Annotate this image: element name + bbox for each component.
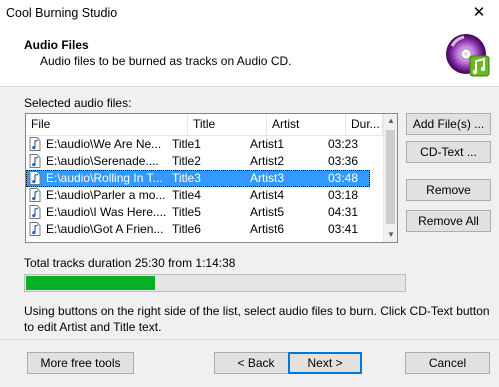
- row-file-cell: E:\audio\Got A Frien...: [46, 222, 164, 236]
- row-duration-cell: 03:36: [328, 154, 359, 168]
- duration-progress-bar: [24, 274, 406, 292]
- window-title: Cool Burning Studio: [6, 6, 118, 20]
- add-files-button[interactable]: Add File(s) ...: [406, 113, 491, 135]
- row-duration-cell: 03:41: [328, 222, 359, 236]
- column-header-file[interactable]: File: [26, 114, 188, 135]
- page-subtitle: Audio files to be burned as tracks on Au…: [40, 54, 292, 68]
- scroll-thumb[interactable]: [386, 130, 395, 224]
- row-artist-cell: Artist4: [250, 188, 285, 202]
- column-header-artist[interactable]: Artist: [267, 114, 346, 135]
- selected-files-label: Selected audio files:: [24, 96, 132, 110]
- footer-divider: [0, 339, 499, 340]
- audio-file-icon: [29, 137, 41, 151]
- column-header-title[interactable]: Title: [188, 114, 267, 135]
- row-title-cell: Title6: [172, 222, 201, 236]
- close-icon[interactable]: ✕: [466, 3, 492, 23]
- table-row[interactable]: E:\audio\Rolling In T... Title3 Artist3 03:…: [26, 170, 370, 187]
- remove-all-button[interactable]: Remove All: [406, 210, 491, 232]
- row-artist-cell: Artist6: [250, 222, 285, 236]
- audio-files-list[interactable]: File Title Artist Dur... E:\audio\We Are…: [25, 113, 398, 243]
- progress-fill: [26, 276, 155, 290]
- page-title: Audio Files: [24, 38, 89, 52]
- audio-file-icon: [29, 171, 41, 185]
- row-title-cell: Title5: [172, 205, 201, 219]
- instructions-text: Using buttons on the right side of the l…: [24, 304, 490, 334]
- total-duration-label: Total tracks duration 25:30 from 1:14:38: [24, 256, 236, 270]
- row-file-cell: E:\audio\Rolling In T...: [46, 171, 163, 185]
- row-file-cell: E:\audio\I Was Here....: [46, 205, 167, 219]
- table-row[interactable]: E:\audio\Parler a mo... Title4 Artist4 03:1…: [26, 187, 370, 204]
- table-row[interactable]: E:\audio\We Are Ne... Title1 Artist1 03:23: [26, 136, 370, 153]
- list-header: File Title Artist Dur...: [26, 114, 383, 136]
- row-title-cell: Title3: [172, 171, 201, 185]
- row-duration-cell: 03:23: [328, 137, 359, 151]
- cd-text-button[interactable]: CD-Text ...: [406, 141, 491, 163]
- row-duration-cell: 04:31: [328, 205, 359, 219]
- row-title-cell: Title2: [172, 154, 201, 168]
- cd-music-icon: [446, 34, 490, 77]
- audio-file-icon: [29, 154, 41, 168]
- list-scrollbar[interactable]: ▲ ▼: [383, 114, 397, 242]
- column-header-duration[interactable]: Dur...: [346, 114, 383, 135]
- scroll-down-icon[interactable]: ▼: [384, 228, 397, 242]
- table-row[interactable]: E:\audio\I Was Here.... Title5 Artist5 04:3…: [26, 204, 370, 221]
- row-artist-cell: Artist3: [250, 171, 285, 185]
- audio-file-icon: [29, 188, 41, 202]
- row-artist-cell: Artist2: [250, 154, 285, 168]
- wizard-header: Audio Files Audio files to be burned as …: [0, 28, 499, 87]
- next-button[interactable]: Next >: [288, 352, 362, 374]
- row-duration-cell: 03:48: [328, 171, 359, 185]
- row-title-cell: Title4: [172, 188, 201, 202]
- title-bar: Cool Burning Studio ✕: [0, 0, 499, 28]
- back-button[interactable]: < Back: [214, 352, 298, 374]
- more-free-tools-button[interactable]: More free tools: [27, 352, 134, 374]
- row-file-cell: E:\audio\Serenade....: [46, 154, 159, 168]
- scroll-up-icon[interactable]: ▲: [384, 114, 397, 128]
- row-title-cell: Title1: [172, 137, 201, 151]
- row-duration-cell: 03:18: [328, 188, 359, 202]
- row-file-cell: E:\audio\Parler a mo...: [46, 188, 166, 202]
- row-artist-cell: Artist1: [250, 137, 285, 151]
- audio-file-icon: [29, 205, 41, 219]
- audio-file-icon: [29, 222, 41, 236]
- row-file-cell: E:\audio\We Are Ne...: [46, 137, 162, 151]
- row-artist-cell: Artist5: [250, 205, 285, 219]
- cancel-button[interactable]: Cancel: [405, 352, 490, 374]
- table-row[interactable]: E:\audio\Serenade.... Title2 Artist2 03:36: [26, 153, 370, 170]
- table-row[interactable]: E:\audio\Got A Frien... Title6 Artist6 03:4…: [26, 221, 370, 238]
- remove-button[interactable]: Remove: [406, 179, 491, 201]
